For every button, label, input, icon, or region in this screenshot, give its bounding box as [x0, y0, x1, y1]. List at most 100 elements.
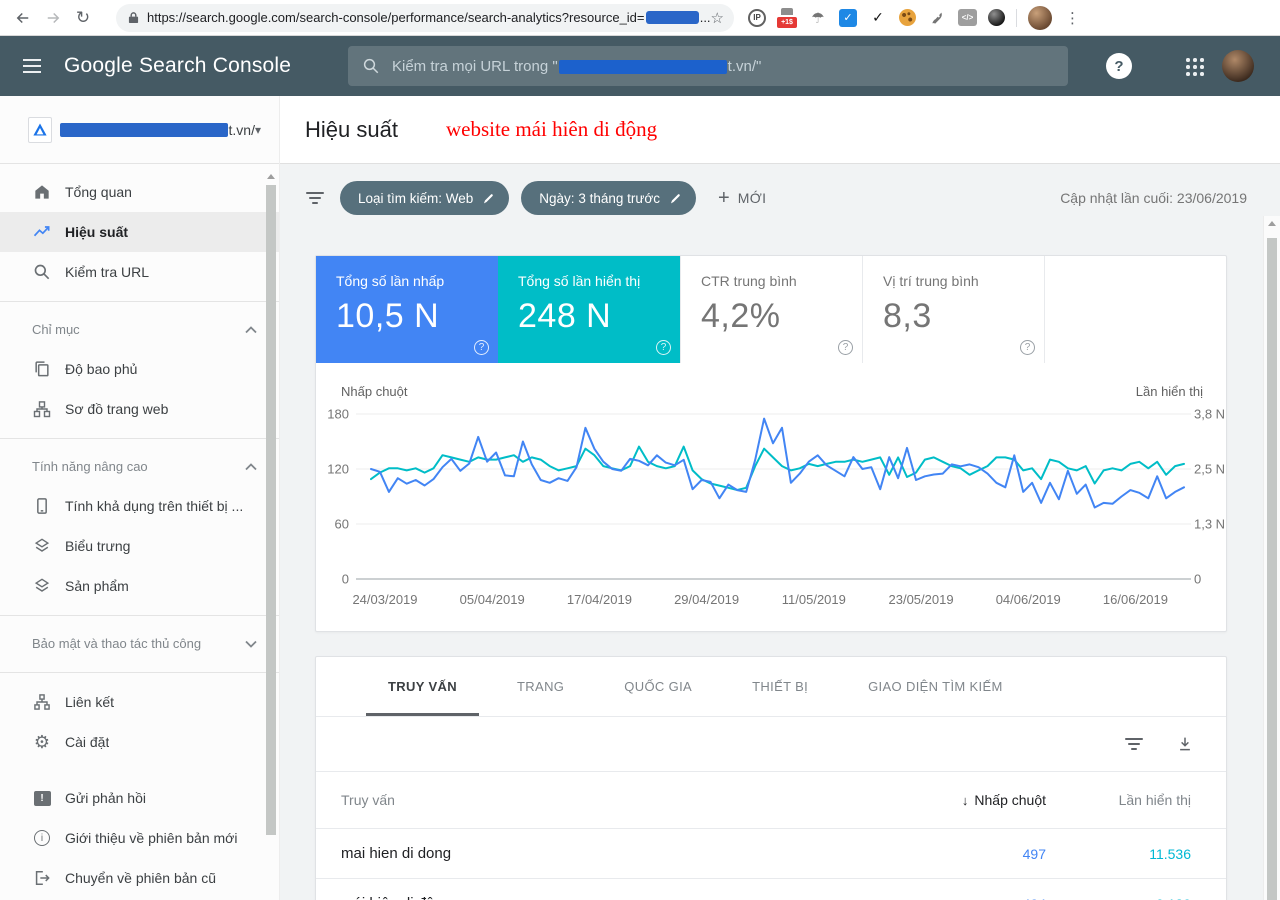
download-icon[interactable]	[1176, 735, 1194, 753]
scrollbar-thumb[interactable]	[1267, 238, 1277, 900]
metric-card-average-position[interactable]: Vị trí trung bình 8,3 ?	[862, 256, 1044, 363]
tab-devices[interactable]: THIẾT BỊ	[722, 657, 838, 716]
browser-forward-icon[interactable]	[38, 3, 68, 33]
column-header-clicks[interactable]: ↓Nhấp chuột	[846, 792, 1046, 808]
sidebar-item-about-new-version[interactable]: i Giới thiệu về phiên bản mới	[0, 818, 279, 858]
sidebar-item-settings[interactable]: ⚙ Cài đặt	[0, 722, 279, 762]
browser-reload-icon[interactable]: ↻	[68, 3, 98, 33]
new-filter-button[interactable]: + MỚI	[718, 187, 766, 210]
help-icon[interactable]: ?	[474, 340, 489, 355]
bookmark-star-icon[interactable]: ☆	[711, 9, 724, 27]
sidebar-section-index[interactable]: Chỉ mục	[0, 311, 279, 349]
browser-back-icon[interactable]	[8, 3, 38, 33]
svg-text:17/04/2019: 17/04/2019	[567, 592, 632, 607]
checkmark-extension-icon[interactable]: ✓	[868, 8, 888, 28]
content-scrollbar[interactable]	[1263, 216, 1280, 900]
help-icon[interactable]: ?	[1020, 340, 1035, 355]
search-type-chip[interactable]: Loại tìm kiếm: Web	[340, 181, 509, 215]
url-inspect-search[interactable]: Kiểm tra mọi URL trong "t.vn/"	[348, 46, 1068, 86]
tab-pages[interactable]: TRANG	[487, 657, 594, 716]
svg-text:29/04/2019: 29/04/2019	[674, 592, 739, 607]
metric-card-total-impressions[interactable]: Tổng số lần hiển thị 248 N ?	[498, 256, 680, 363]
table-row[interactable]: mai hien di dong 497 11.536	[316, 829, 1226, 879]
cookie-extension-icon[interactable]	[899, 9, 916, 26]
umbrella-extension-icon[interactable]: ☂	[808, 8, 828, 28]
sidebar-item-coverage[interactable]: Độ bao phủ	[0, 349, 279, 389]
ip-extension-icon[interactable]: IP	[748, 9, 766, 27]
metric-card-total-clicks[interactable]: Tổng số lần nhấp 10,5 N ?	[316, 256, 498, 363]
help-icon[interactable]: ?	[1106, 53, 1132, 79]
account-avatar[interactable]	[1222, 50, 1254, 82]
help-icon[interactable]: ?	[656, 340, 671, 355]
scroll-up-arrow[interactable]	[267, 174, 275, 179]
svg-text:16/06/2019: 16/06/2019	[1103, 592, 1168, 607]
column-header-query[interactable]: Truy vấn	[316, 792, 846, 808]
tab-queries[interactable]: TRUY VẤN	[358, 657, 487, 716]
tab-search-appearance[interactable]: GIAO DIỆN TÌM KIẾM	[838, 657, 1033, 716]
links-tree-icon	[32, 692, 52, 712]
browser-menu-icon[interactable]: ⋮	[1065, 9, 1080, 27]
svg-text:24/03/2019: 24/03/2019	[352, 592, 417, 607]
last-updated-text: Cập nhật lần cuối: 23/06/2019	[1060, 190, 1247, 206]
column-header-impressions[interactable]: Lần hiển thị	[1046, 792, 1191, 808]
sidebar-section-enhancements[interactable]: Tính năng nâng cao	[0, 448, 279, 486]
url-text: https://search.google.com/search-console…	[147, 10, 645, 25]
svg-text:1,3 N: 1,3 N	[1194, 517, 1225, 532]
property-selector[interactable]: t.vn/ ▾	[0, 96, 279, 164]
address-bar[interactable]: https://search.google.com/search-console…	[116, 4, 734, 32]
hamburger-menu-icon[interactable]	[22, 58, 42, 74]
sidebar-item-performance[interactable]: Hiệu suất	[0, 212, 279, 252]
google-apps-grid-icon[interactable]	[1186, 58, 1204, 76]
checkbox-extension-icon[interactable]: ✓	[839, 9, 857, 27]
plus-icon: +	[718, 187, 730, 210]
cashback-extension-icon[interactable]: +1$	[777, 8, 797, 28]
date-range-chip[interactable]: Ngày: 3 tháng trước	[521, 181, 696, 215]
sidebar-section-security[interactable]: Bảo mật và thao tác thủ công	[0, 625, 279, 663]
property-name-redaction	[60, 123, 228, 137]
mobile-phone-icon	[32, 496, 52, 516]
red-annotation-text: website mái hiên di động	[446, 117, 657, 142]
browser-bar: ↻ https://search.google.com/search-conso…	[0, 0, 1280, 36]
layers-diamond-icon	[32, 576, 52, 596]
search-placeholder-suffix: t.vn/"	[728, 58, 762, 75]
browser-profile-avatar[interactable]	[1028, 6, 1052, 30]
spacer	[0, 762, 279, 778]
sidebar-item-url-inspection[interactable]: Kiểm tra URL	[0, 252, 279, 292]
sidebar-item-logos[interactable]: Biểu trưng	[0, 526, 279, 566]
sidebar-item-mobile-usability[interactable]: Tính khả dụng trên thiết bị ...	[0, 486, 279, 526]
sidebar-item-old-version[interactable]: Chuyển về phiên bản cũ	[0, 858, 279, 898]
performance-line-chart: 1803,8 N1202,5 N601,3 N00Nhấp chuộtLần h…	[316, 363, 1228, 633]
sidebar-item-sitemaps[interactable]: Sơ đồ trang web	[0, 389, 279, 429]
scrollbar-thumb[interactable]	[266, 185, 276, 835]
sidebar-item-feedback[interactable]: ! Gửi phản hồi	[0, 778, 279, 818]
help-icon[interactable]: ?	[838, 340, 853, 355]
tab-countries[interactable]: QUỐC GIA	[594, 657, 722, 716]
layers-diamond-icon	[32, 536, 52, 556]
divider	[0, 615, 279, 616]
info-icon: i	[32, 828, 52, 848]
svg-text:23/05/2019: 23/05/2019	[889, 592, 954, 607]
code-extension-icon[interactable]: </>	[958, 9, 977, 26]
sphere-extension-icon[interactable]	[988, 9, 1005, 26]
home-icon	[32, 182, 52, 202]
svg-text:180: 180	[327, 407, 349, 422]
svg-text:120: 120	[327, 462, 349, 477]
sidebar-item-overview[interactable]: Tổng quan	[0, 172, 279, 212]
exit-arrow-icon	[32, 868, 52, 888]
rocket-extension-icon[interactable]	[927, 8, 947, 28]
metric-card-average-ctr[interactable]: CTR trung bình 4,2% ?	[680, 256, 862, 363]
extension-toolbar: IP +1$ ☂ ✓ ✓ </> ⋮	[748, 6, 1090, 30]
sidebar-scrollbar[interactable]	[264, 170, 278, 900]
sidebar-item-products[interactable]: Sản phẩm	[0, 566, 279, 606]
divider	[0, 438, 279, 439]
sidebar-item-links[interactable]: Liên kết	[0, 682, 279, 722]
scroll-up-arrow[interactable]	[1268, 221, 1276, 226]
filter-tune-icon[interactable]	[305, 192, 325, 204]
table-toolbar	[316, 717, 1226, 772]
table-filter-icon[interactable]	[1124, 738, 1144, 750]
dimensions-panel: TRUY VẤN TRANG QUỐC GIA THIẾT BỊ GIAO DI…	[315, 656, 1227, 900]
page-title: Hiệu suất	[305, 117, 398, 143]
chevron-down-icon: ▾	[255, 123, 261, 137]
table-row-partial[interactable]: mái hiên di động 404 9.139	[316, 879, 1226, 900]
sitemap-icon	[32, 399, 52, 419]
